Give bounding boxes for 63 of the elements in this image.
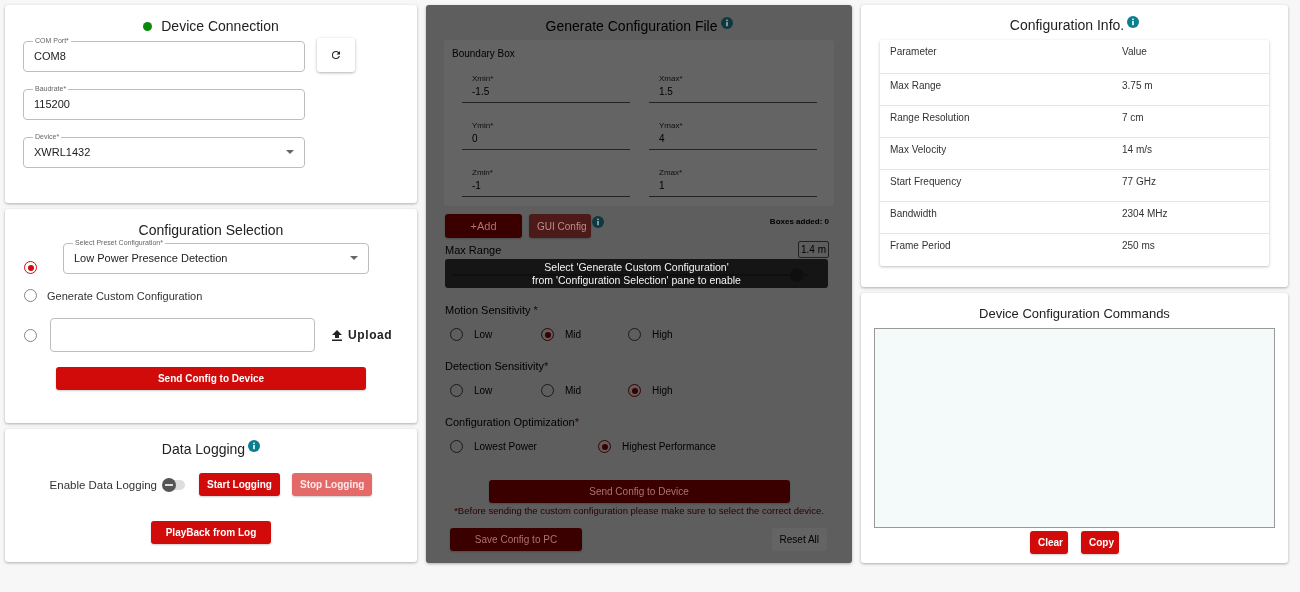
field-label: Ymax*	[659, 121, 684, 130]
table-cell-text: Start Frequency	[890, 176, 963, 189]
info-icon[interactable]	[248, 440, 261, 452]
table-cell-text: Bandwidth	[890, 208, 938, 221]
refresh-icon	[330, 49, 342, 61]
disabled-tooltip: Select 'Generate Custom Configuration' from 'Configuration Selection' pane to enable	[445, 259, 828, 288]
info-icon[interactable]	[1127, 16, 1140, 28]
table-cell-text: Range Resolution	[890, 112, 971, 125]
table-cell-text: Max Velocity	[890, 144, 948, 157]
refresh-button[interactable]	[317, 38, 355, 72]
field-label: Xmax*	[659, 74, 684, 83]
option-label: Generate Custom Configuration	[47, 289, 203, 302]
column-header: Parameter	[890, 46, 938, 59]
option-label: Lowest Power	[474, 441, 537, 452]
table-cell-text: 250 ms	[1122, 240, 1156, 253]
dropdown-caret-icon	[350, 256, 358, 260]
table-cell-text: 14 m/s	[1122, 144, 1153, 157]
field-label: Xmin*	[472, 74, 495, 83]
option-label: Mid	[565, 385, 582, 396]
group-label: Configuration Optimization	[445, 416, 575, 428]
option-label: Mid	[565, 329, 582, 340]
card-title: Device Configuration Commands	[979, 305, 1170, 323]
command-button[interactable]: Copy	[1081, 531, 1119, 554]
table-cell-text: 7 cm	[1122, 112, 1145, 125]
group-label: Motion Sensitivity	[445, 304, 531, 316]
required-mark: *	[574, 416, 579, 428]
file-path-field[interactable]	[50, 318, 315, 352]
option-label: Low	[474, 329, 493, 340]
boxes-added-count: Boxes added: 0	[769, 217, 829, 226]
card-title: Data Logging	[161, 440, 246, 458]
column-header: Value	[1122, 46, 1148, 59]
card-title: Device Connection	[161, 17, 279, 35]
card-title: Configuration Info.	[1009, 16, 1125, 34]
toggle-label: Enable Data Logging	[49, 478, 157, 491]
upload-button[interactable]: Upload	[328, 326, 397, 344]
slider-value: 1.4 m	[798, 241, 829, 258]
logging-button[interactable]: Start Logging	[199, 473, 280, 496]
field-label: Zmax*	[659, 168, 684, 177]
table-cell-text: 3.75 m	[1122, 80, 1154, 93]
table-cell-text: Frame Period	[890, 240, 952, 253]
option-label: Highest Performance	[622, 441, 716, 452]
dropdown-caret-icon	[286, 150, 294, 154]
table-cell-text: Max Range	[890, 80, 943, 93]
option-label: Low	[474, 385, 493, 396]
logging-toggle[interactable]	[163, 479, 185, 490]
option-label: High	[652, 329, 673, 340]
table-cell-text: 2304 MHz	[1122, 208, 1169, 221]
upload-icon	[332, 329, 342, 341]
field-label: Zmin*	[472, 168, 494, 177]
send-config-button[interactable]: Send Config to Device	[56, 367, 366, 390]
required-mark: *	[544, 360, 549, 372]
panel-title: Boundary Box	[452, 48, 515, 59]
card-title: Configuration Selection	[138, 221, 284, 239]
slider-label: Max Range	[445, 243, 502, 256]
playback-button[interactable]: PlayBack from Log	[151, 521, 271, 544]
required-mark: *	[533, 304, 538, 316]
field-label: Ymin*	[472, 121, 495, 130]
option-label: High	[652, 385, 673, 396]
warning-note: *Before sending the custom configuration please make sure to select the correct device.	[454, 505, 824, 516]
command-button[interactable]: Clear	[1030, 531, 1068, 554]
group-label: Detection Sensitivity	[445, 360, 545, 372]
card-title: Generate Configuration File	[545, 17, 718, 35]
table-cell-text: 77 GHz	[1122, 176, 1157, 189]
